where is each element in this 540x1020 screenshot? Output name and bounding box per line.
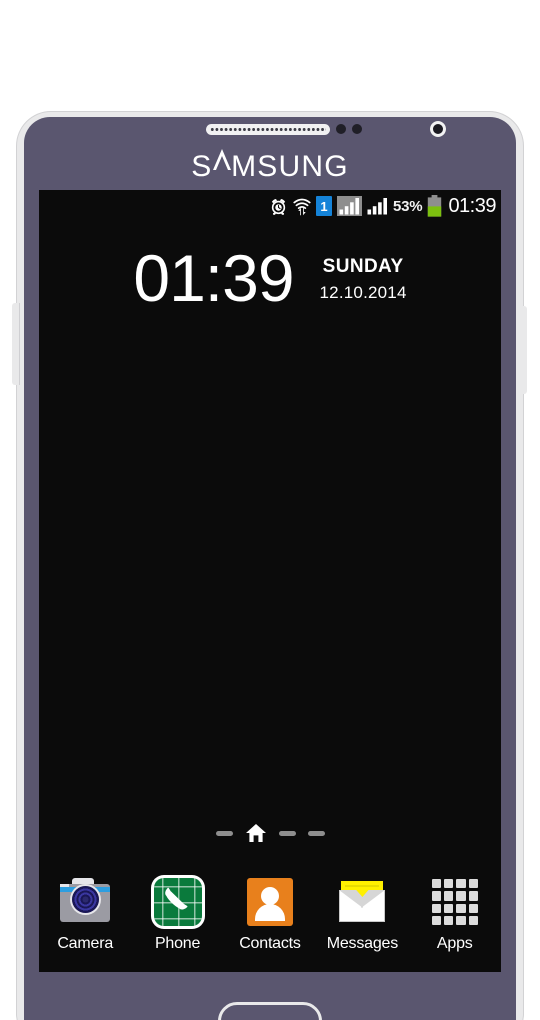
clock-day: SUNDAY [322,256,404,277]
dock-item-messages[interactable]: Messages [320,876,404,953]
dock-label-messages: Messages [326,935,399,952]
signal-bars-sim1-icon [337,196,362,216]
proximity-sensor-icon [336,124,346,134]
front-camera-icon [430,121,446,137]
dock-item-contacts[interactable]: Contacts [228,876,312,953]
dock-label-camera: Camera [57,935,114,952]
volume-button[interactable] [12,303,20,385]
power-button[interactable] [519,306,527,394]
sim-1-badge: 1 [316,196,332,216]
page-dot-1[interactable] [215,830,233,836]
dock-label-apps: Apps [436,935,473,952]
phone-icon[interactable] [152,876,204,928]
dock-item-apps[interactable]: Apps [413,876,497,953]
messages-icon[interactable] [336,876,388,928]
screenshot-root: S MSUNG 1 53% 01:39 01:39 SUNDAY 12.10.2… [0,0,540,1020]
dock-item-phone[interactable]: Phone [136,876,220,953]
clock-widget[interactable]: 01:39 SUNDAY 12.10.2014 [39,238,501,318]
clock-date: 12.10.2014 [319,283,407,302]
logo-letter-a [212,146,231,176]
page-indicator [39,822,501,844]
apps-grid-icon[interactable] [429,876,481,928]
dock-item-camera[interactable]: Camera [43,876,127,953]
home-icon[interactable] [245,823,267,843]
clock-time: 01:39 [133,241,294,315]
status-bar-clock: 01:39 [448,194,496,217]
page-dot-3[interactable] [278,830,296,836]
samsung-logo: S MSUNG [0,146,540,186]
contacts-icon[interactable] [244,876,296,928]
dock-label-phone: Phone [154,935,201,952]
dock: Camera Phone Contacts Messages Apps [39,864,501,972]
alarm-clock-icon [269,197,288,216]
battery-icon [427,195,442,217]
signal-bars-sim2-icon [367,196,388,216]
earpiece-grille [210,127,326,132]
dock-label-contacts: Contacts [239,935,301,952]
wifi-transfer-icon [293,197,311,216]
battery-percent-label: 53% [393,197,423,215]
status-bar: 1 53% 01:39 [39,190,501,222]
home-button[interactable] [218,1002,322,1020]
page-dot-4[interactable] [307,830,325,836]
camera-icon[interactable] [59,876,111,928]
phone-screen[interactable]: 1 53% 01:39 01:39 SUNDAY 12.10.2014 Came… [39,190,501,972]
light-sensor-icon [352,124,362,134]
earpiece-speaker [206,124,330,135]
clock-date-block: SUNDAY 12.10.2014 [320,250,407,306]
